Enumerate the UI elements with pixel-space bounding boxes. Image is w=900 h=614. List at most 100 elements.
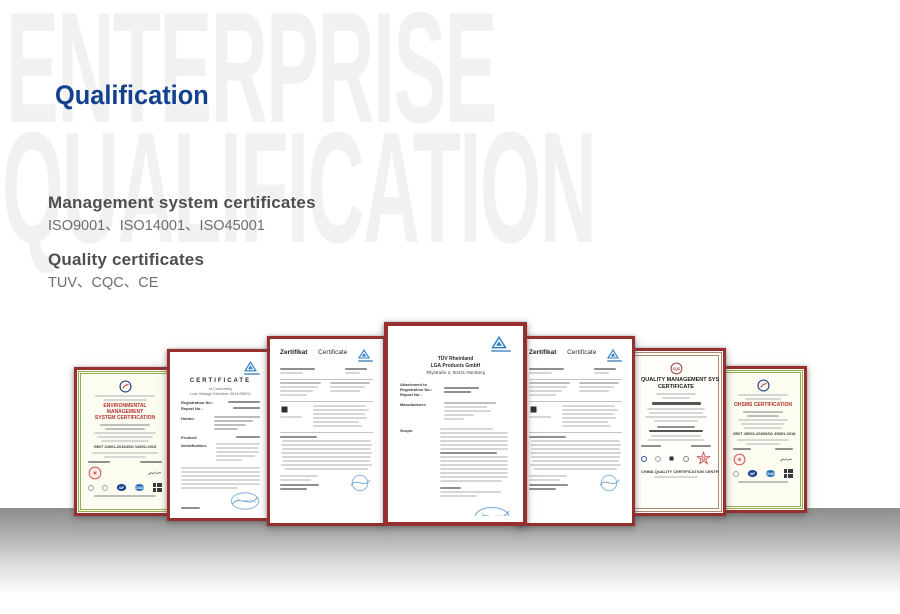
tuv-triangle-icon — [244, 361, 257, 372]
registration-label: Registration No.: — [400, 387, 438, 392]
certificate-title-line2: SYSTEM CERTIFICATION — [88, 415, 162, 421]
validity-lines — [641, 435, 711, 441]
section-items-quality: TUV、CQC、CE — [48, 271, 158, 292]
certificate-title-line1: ENVIRONMENTAL MANAGEMENT — [88, 403, 162, 415]
report-label: Report No.: — [400, 392, 438, 397]
registration-row: Registration No.: — [181, 400, 260, 405]
footer-line — [94, 495, 156, 497]
tuv-triangle-icon — [358, 349, 370, 359]
zertifikat-title-de: Zertifikat — [529, 349, 556, 356]
model-list-block — [280, 432, 373, 470]
watermark-line-2: QUALIFICATION — [2, 109, 595, 267]
org-line-3: Tillystraße 2, 90431 Nürnberg — [400, 370, 511, 376]
certificate-tuv-lvd: CERTIFICATE of Conformity Low Voltage Di… — [167, 349, 274, 521]
zertifikat-title-de: Zertifikat — [280, 349, 307, 356]
standard-line — [649, 430, 702, 433]
certificate-title: CERTIFICATE — [181, 378, 260, 384]
product-label: Product: — [181, 435, 197, 440]
manufacturer-label: Manufacturer: — [400, 402, 438, 407]
kc-logo-icon — [757, 379, 770, 392]
qr-code — [784, 469, 793, 478]
iaf-badge: IAF — [747, 470, 756, 477]
accreditation-badges: IAF CNAS — [733, 469, 793, 478]
manufacturer-block: Manufacturer: — [400, 402, 511, 422]
zertifikat-header: Zertifikat Certificate — [529, 349, 622, 364]
mark-glyph-icon — [668, 455, 675, 462]
footer-line — [738, 481, 787, 483]
cnas-badge: CNAS — [135, 484, 144, 491]
red-seal-icon — [88, 466, 102, 480]
report-label: Report No.: — [181, 406, 203, 411]
tuv-logo-block — [181, 361, 260, 377]
cqc-title-line2: CERTIFICATE — [641, 384, 711, 391]
scope-block: Scope: — [400, 428, 511, 499]
marks-and-seal-row — [641, 451, 711, 466]
cqc-title-line1: QUALITY MANAGEMENT SYSTEM — [641, 377, 711, 384]
id-block — [529, 368, 622, 376]
signing-block — [280, 474, 373, 492]
tuv-triangle-icon — [491, 336, 507, 349]
org-line-2: LGA Products GmbH — [400, 363, 511, 370]
iaf-badge: IAF — [116, 484, 125, 491]
signing-block — [529, 474, 622, 492]
fine-print-body — [88, 424, 162, 442]
accreditation-ring-icon — [683, 456, 689, 462]
test-mark-icon — [280, 405, 289, 414]
kc-logo-icon — [119, 380, 132, 393]
zertifikat-title-en: Certificate — [567, 349, 596, 356]
registration-block: Attachment to Registration No.: Report N… — [400, 382, 511, 397]
tuv-round-stamp-icon — [347, 474, 373, 492]
red-seal-icon — [733, 453, 746, 466]
model-list-block — [529, 432, 622, 470]
certificate-number-lines — [641, 393, 711, 399]
signature-icon — [146, 468, 162, 478]
fine-print-caption — [88, 395, 162, 401]
standard-number: GB/T 45001-2020/ISO 45001:2018 — [733, 431, 793, 437]
qr-code — [153, 483, 162, 492]
certificate-zertifikat-left: Zertifikat Certificate — [267, 336, 386, 526]
scope-label: Scope: — [400, 428, 438, 433]
holder-label: Holder: — [181, 416, 195, 421]
section-heading-quality: Quality certificates — [48, 250, 204, 270]
fine-print-note — [733, 439, 793, 445]
product-row: Product: — [181, 435, 260, 440]
certificate-subtitle-2: Low Voltage Directive 2014/35/EU — [181, 391, 260, 396]
fine-print-body — [733, 411, 793, 429]
tuv-triangle-icon — [607, 349, 619, 359]
certificate-footer: TÜV Rheinland LGA Products GmbH · Tillys… — [181, 514, 260, 515]
mark-block — [280, 401, 373, 429]
certificate-ohsms: OHSMS CERTIFICATION GB/T 45001-2020/ISO … — [719, 366, 807, 513]
company-name-line — [652, 402, 701, 405]
mark-block — [529, 401, 622, 429]
system-line — [657, 426, 695, 428]
parties-block — [529, 379, 622, 398]
org-line-1: TÜV Rheinland — [400, 356, 511, 363]
identification-row: Identification: — [181, 443, 260, 463]
seal-and-signature — [88, 466, 162, 480]
terms-paragraph — [181, 467, 260, 489]
red-flower-seal-icon — [696, 451, 711, 466]
test-mark-icon — [529, 405, 538, 414]
accreditation-ring-icon — [733, 471, 739, 477]
accreditation-badges: IAF CNAS — [88, 483, 162, 492]
accreditation-ring-icon — [102, 485, 108, 491]
seal-and-signature — [733, 453, 793, 466]
tuv-round-stamp-icon — [596, 474, 622, 492]
certificate-zertifikat-right: Zertifikat Certificate — [516, 336, 635, 526]
accreditation-ring-icon — [655, 456, 661, 462]
holder-row: Holder: — [181, 416, 260, 432]
certificate-title: OHSMS CERTIFICATION — [733, 402, 793, 408]
cqc-logo-text: CQC — [672, 367, 680, 371]
footer-line — [654, 476, 699, 478]
signature-labels — [88, 461, 162, 463]
tuv-logo-block — [400, 336, 511, 354]
cqc-footer: CHINA QUALITY CERTIFICATION CENTRE — [641, 469, 711, 474]
fine-print-caption — [733, 394, 793, 400]
cqc-logo-icon: CQC — [670, 362, 683, 375]
fine-print-note — [88, 452, 162, 458]
certificate-environmental: ENVIRONMENTAL MANAGEMENT SYSTEM CERTIFIC… — [74, 367, 176, 516]
tuv-round-stamp-icon — [473, 505, 511, 517]
signature-icon — [778, 455, 793, 464]
page: ENTERPRISE QUALIFICATION Qualification M… — [0, 0, 900, 614]
stamp-area — [181, 491, 260, 511]
